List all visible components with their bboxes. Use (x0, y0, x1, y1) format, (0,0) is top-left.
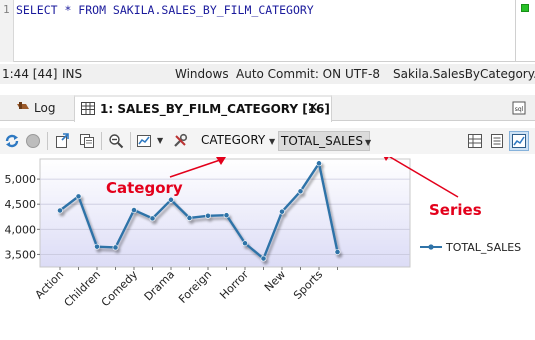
status-bar: 1:44 [44] INS Windows Auto Commit: ON UT… (0, 64, 535, 84)
chart-type-button[interactable] (134, 131, 154, 151)
close-icon[interactable]: ✕ (307, 100, 319, 116)
x-tick-label: Foreign (176, 268, 214, 306)
legend-marker (428, 244, 434, 250)
data-point (131, 207, 137, 213)
toolbar-separator (101, 132, 102, 150)
data-point (112, 244, 119, 251)
data-point (279, 208, 285, 215)
data-point (242, 240, 248, 247)
grid-icon (81, 102, 95, 115)
stop-button[interactable] (23, 131, 43, 151)
y-axis: 3,500 4,000 4,500 5,000 (5, 173, 40, 261)
x-tick-label: Comedy (99, 268, 141, 310)
category-dropdown[interactable]: CATEGORY ▼ (197, 131, 277, 151)
category-callout: Category (106, 179, 183, 197)
toolbar-separator (130, 132, 131, 150)
text-view-icon (491, 134, 503, 148)
data-point (297, 188, 304, 195)
data-point (260, 255, 267, 262)
tab-sales-by-film-category[interactable]: 1: SALES_BY_FILM_CATEGORY [16] ✕ (74, 95, 332, 122)
tools-icon (174, 133, 188, 147)
legend: TOTAL_SALES (420, 241, 521, 254)
tab-result-label: 1: SALES_BY_FILM_CATEGORY [16] (100, 102, 330, 116)
settings-button[interactable] (170, 131, 190, 151)
zoom-out-button[interactable] (106, 131, 126, 151)
sql-text[interactable]: SELECT * FROM SAKILA.SALES_BY_FILM_CATEG… (16, 3, 314, 17)
result-tabs: Log 1: SALES_BY_FILM_CATEGORY [16] ✕ sql (0, 95, 535, 122)
x-tick-label: Children (62, 268, 104, 310)
y-tick-label: 3,500 (5, 248, 37, 261)
data-point (149, 215, 156, 222)
x-tick-label: Action (33, 268, 67, 302)
x-tick-label: New (262, 268, 288, 294)
copy-icon (80, 134, 94, 148)
editor-margin-rule (515, 0, 516, 62)
refresh-icon (5, 134, 19, 148)
data-point (57, 207, 63, 214)
log-icon (17, 102, 29, 109)
chevron-down-icon[interactable]: ▼ (157, 136, 163, 145)
refresh-button[interactable] (2, 131, 22, 151)
line-ending: Windows (175, 67, 229, 81)
chevron-down-icon: ▼ (365, 138, 372, 147)
grid-view-button[interactable] (465, 131, 485, 151)
stop-icon (26, 134, 40, 148)
line-chart: 3,500 4,000 4,500 5,000 ActionChildrenComed… (5, 152, 521, 309)
data-point (223, 212, 230, 219)
chart-view-icon (512, 134, 526, 148)
legend-label: TOTAL_SALES (445, 241, 521, 254)
y-tick-label: 5,000 (5, 173, 37, 186)
auto-commit-status[interactable]: Auto Commit: ON (236, 67, 341, 81)
tab-log[interactable]: Log (12, 95, 68, 121)
zoom-out-icon (109, 134, 124, 149)
grid-view-icon (468, 134, 482, 148)
data-point (205, 212, 211, 219)
text-view-button[interactable] (487, 131, 507, 151)
export-icon (56, 133, 69, 148)
data-point (186, 215, 193, 221)
data-point (94, 243, 100, 250)
data-point (316, 160, 322, 167)
cursor-position: 1:44 [44] (2, 67, 58, 81)
data-point (334, 249, 341, 255)
chart-toolbar: ▼ CATEGORY ▼ TOTAL_SALES ▼ (0, 128, 535, 154)
category-dropdown-value: CATEGORY (201, 133, 266, 147)
series-callout: Series (429, 201, 482, 219)
status-ok-indicator (521, 4, 529, 12)
insert-mode: INS (62, 67, 83, 81)
encoding: UTF-8 (345, 67, 380, 81)
chart-panel: 3,500 4,000 4,500 5,000 Action Children Comed… (0, 152, 535, 340)
series-dropdown-value: TOTAL_SALES (281, 134, 364, 148)
y-tick-label: 4,500 (5, 198, 37, 211)
active-file: Sakila.SalesByCategory.sql (393, 67, 535, 81)
chart-view-button[interactable] (509, 131, 529, 151)
sql-new-tab-icon[interactable]: sql (512, 101, 526, 115)
chevron-down-icon: ▼ (269, 137, 276, 146)
x-axis: ActionChildrenComedy Drama Foreign Horror Ne… (33, 267, 338, 309)
svg-text:sql: sql (515, 106, 524, 113)
y-tick-label: 4,000 (5, 223, 37, 236)
copy-button[interactable] (77, 131, 97, 151)
data-point (75, 193, 82, 200)
tab-log-label: Log (34, 101, 56, 115)
sql-editor[interactable]: 1 SELECT * FROM SAKILA.SALES_BY_FILM_CAT… (0, 0, 535, 62)
x-tick-label: Sports (291, 268, 325, 302)
series-dropdown[interactable]: TOTAL_SALES ▼ (278, 131, 372, 151)
line-number: 1 (3, 3, 10, 16)
toolbar-separator (47, 132, 48, 150)
x-tick-label: Horror (217, 268, 251, 302)
editor-gutter: 1 (0, 0, 14, 62)
data-point (168, 196, 174, 203)
chart-icon (137, 135, 151, 147)
x-tick-label: Drama (142, 268, 177, 303)
export-button[interactable] (52, 131, 72, 151)
